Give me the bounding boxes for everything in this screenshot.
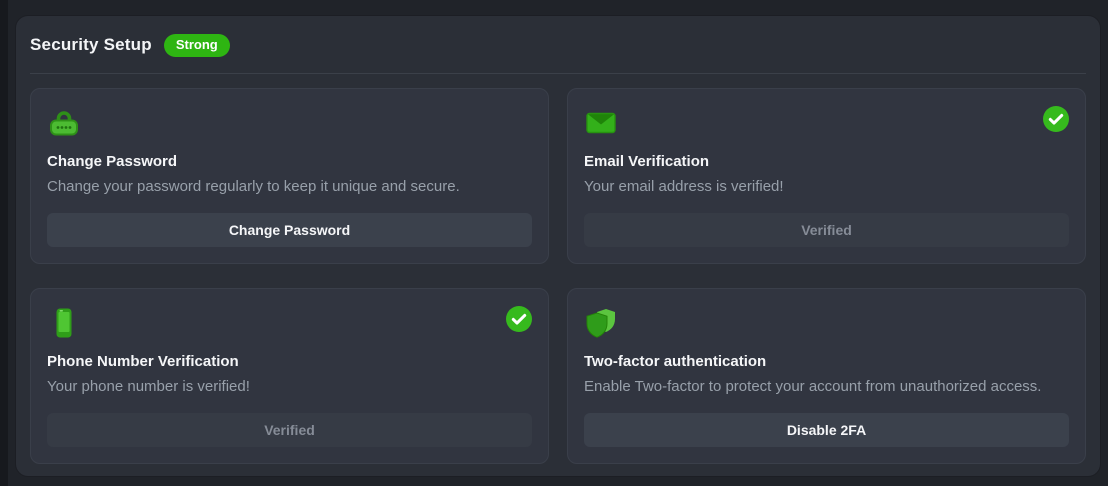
header-divider [30,73,1086,74]
card-title: Phone Number Verification [47,354,532,370]
email-verified-button[interactable]: Verified [584,213,1069,247]
card-title: Change Password [47,154,532,170]
page-title: Security Setup [30,35,152,55]
card-title: Email Verification [584,154,1069,170]
card-description: Your email address is verified! [584,179,1069,195]
card-description: Your phone number is verified! [47,379,532,395]
password-strength-badge: Strong [164,34,230,57]
phone-icon [47,306,81,340]
disable-2fa-button[interactable]: Disable 2FA [584,413,1069,447]
card-description: Change your password regularly to keep i… [47,179,532,195]
card-email-verification: Email Verification Your email address is… [567,88,1086,264]
panel-header: Security Setup Strong [30,32,1086,58]
change-password-button[interactable]: Change Password [47,213,532,247]
phone-verified-button[interactable]: Verified [47,413,532,447]
card-description: Enable Two-factor to protect your accoun… [584,379,1069,395]
card-phone-verification: Phone Number Verification Your phone num… [30,288,549,464]
security-setup-panel: Security Setup Strong Change Passwor [16,16,1100,476]
security-cards-grid: Change Password Change your password reg… [30,88,1086,464]
verified-check-icon [1043,106,1069,132]
card-two-factor: Two-factor authentication Enable Two-fac… [567,288,1086,464]
card-title: Two-factor authentication [584,354,1069,370]
double-shield-icon [584,306,618,340]
window-edge [0,0,8,486]
envelope-icon [584,106,618,140]
verified-check-icon [506,306,532,332]
lock-icon [47,106,81,140]
card-change-password: Change Password Change your password reg… [30,88,549,264]
